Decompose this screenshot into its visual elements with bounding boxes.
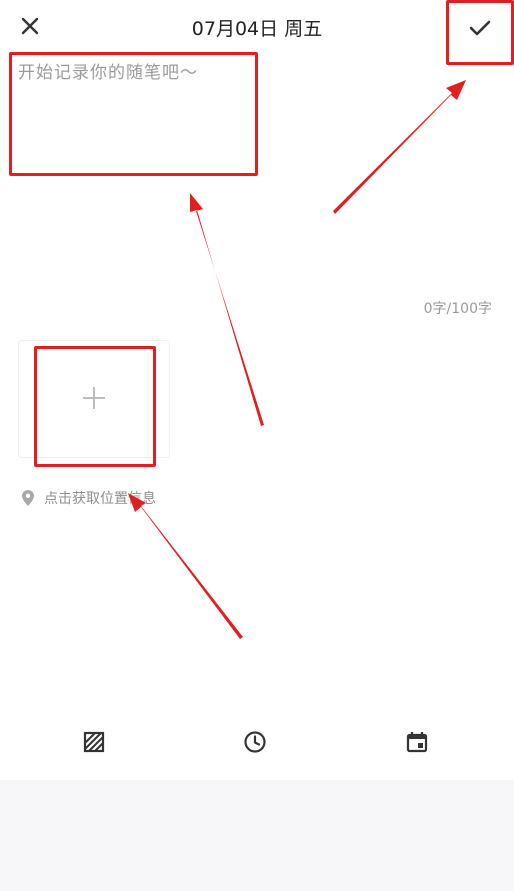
calendar-icon — [406, 732, 428, 753]
time-button[interactable] — [241, 728, 269, 756]
location-label: 点击获取位置信息 — [44, 491, 156, 507]
annotation-arrow-location — [128, 493, 243, 639]
check-icon — [469, 20, 491, 36]
pattern-icon — [83, 731, 105, 753]
confirm-button[interactable] — [456, 8, 504, 48]
footer-area — [0, 780, 514, 891]
top-bar: 07月04日 周五 — [0, 0, 514, 56]
note-input[interactable] — [18, 58, 248, 168]
add-photo-button[interactable] — [18, 340, 170, 458]
clock-icon — [244, 731, 266, 753]
page-title: 07月04日 周五 — [191, 18, 323, 40]
date-button[interactable] — [403, 728, 431, 756]
annotation-arrow-confirm — [333, 80, 466, 214]
location-pin-icon — [22, 490, 34, 506]
annotation-arrow-editor — [190, 193, 264, 426]
mood-button[interactable] — [80, 728, 108, 756]
char-counter: 0字/100字 — [423, 301, 492, 317]
location-button[interactable]: 点击获取位置信息 — [22, 487, 156, 509]
bottom-toolbar — [0, 712, 514, 772]
